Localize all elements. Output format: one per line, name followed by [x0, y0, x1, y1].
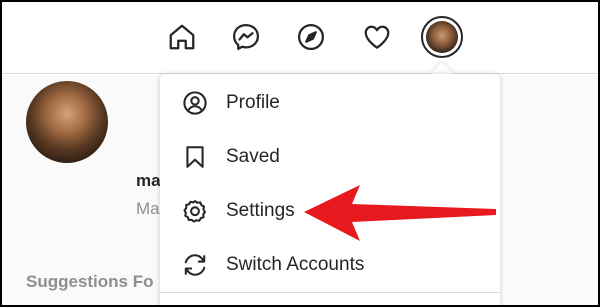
menu-item-label: Switch Accounts	[226, 254, 365, 275]
suggestions-heading: Suggestions Fo	[26, 272, 154, 291]
profile-fullname: Ma	[136, 199, 160, 218]
menu-item-settings[interactable]: Settings	[160, 185, 500, 237]
profile-circle-icon	[182, 90, 208, 116]
menu-item-label: Saved	[226, 146, 280, 167]
menu-item-label: Settings	[226, 200, 295, 221]
profile-avatar[interactable]	[26, 81, 108, 163]
menu-item-saved[interactable]: Saved	[160, 131, 500, 183]
menu-divider	[160, 292, 500, 293]
home-icon[interactable]	[165, 20, 199, 54]
profile-dropdown-menu: Profile Saved Settings Switch Accounts	[160, 74, 500, 305]
top-navigation-bar	[2, 2, 598, 74]
screenshot-frame: ma Ma Suggestions Fo Profile Saved Setti…	[0, 0, 600, 307]
activity-heart-icon[interactable]	[360, 20, 394, 54]
bookmark-icon	[182, 144, 208, 170]
gear-icon	[182, 198, 208, 224]
avatar-image	[426, 21, 458, 53]
messenger-icon[interactable]	[229, 20, 263, 54]
profile-avatar-icon[interactable]	[421, 16, 463, 58]
switch-accounts-icon	[182, 252, 208, 278]
explore-icon[interactable]	[294, 20, 328, 54]
menu-item-profile[interactable]: Profile	[160, 77, 500, 129]
profile-username[interactable]: ma	[136, 171, 161, 191]
menu-item-switch-accounts[interactable]: Switch Accounts	[160, 239, 500, 291]
menu-item-label: Profile	[226, 92, 280, 113]
